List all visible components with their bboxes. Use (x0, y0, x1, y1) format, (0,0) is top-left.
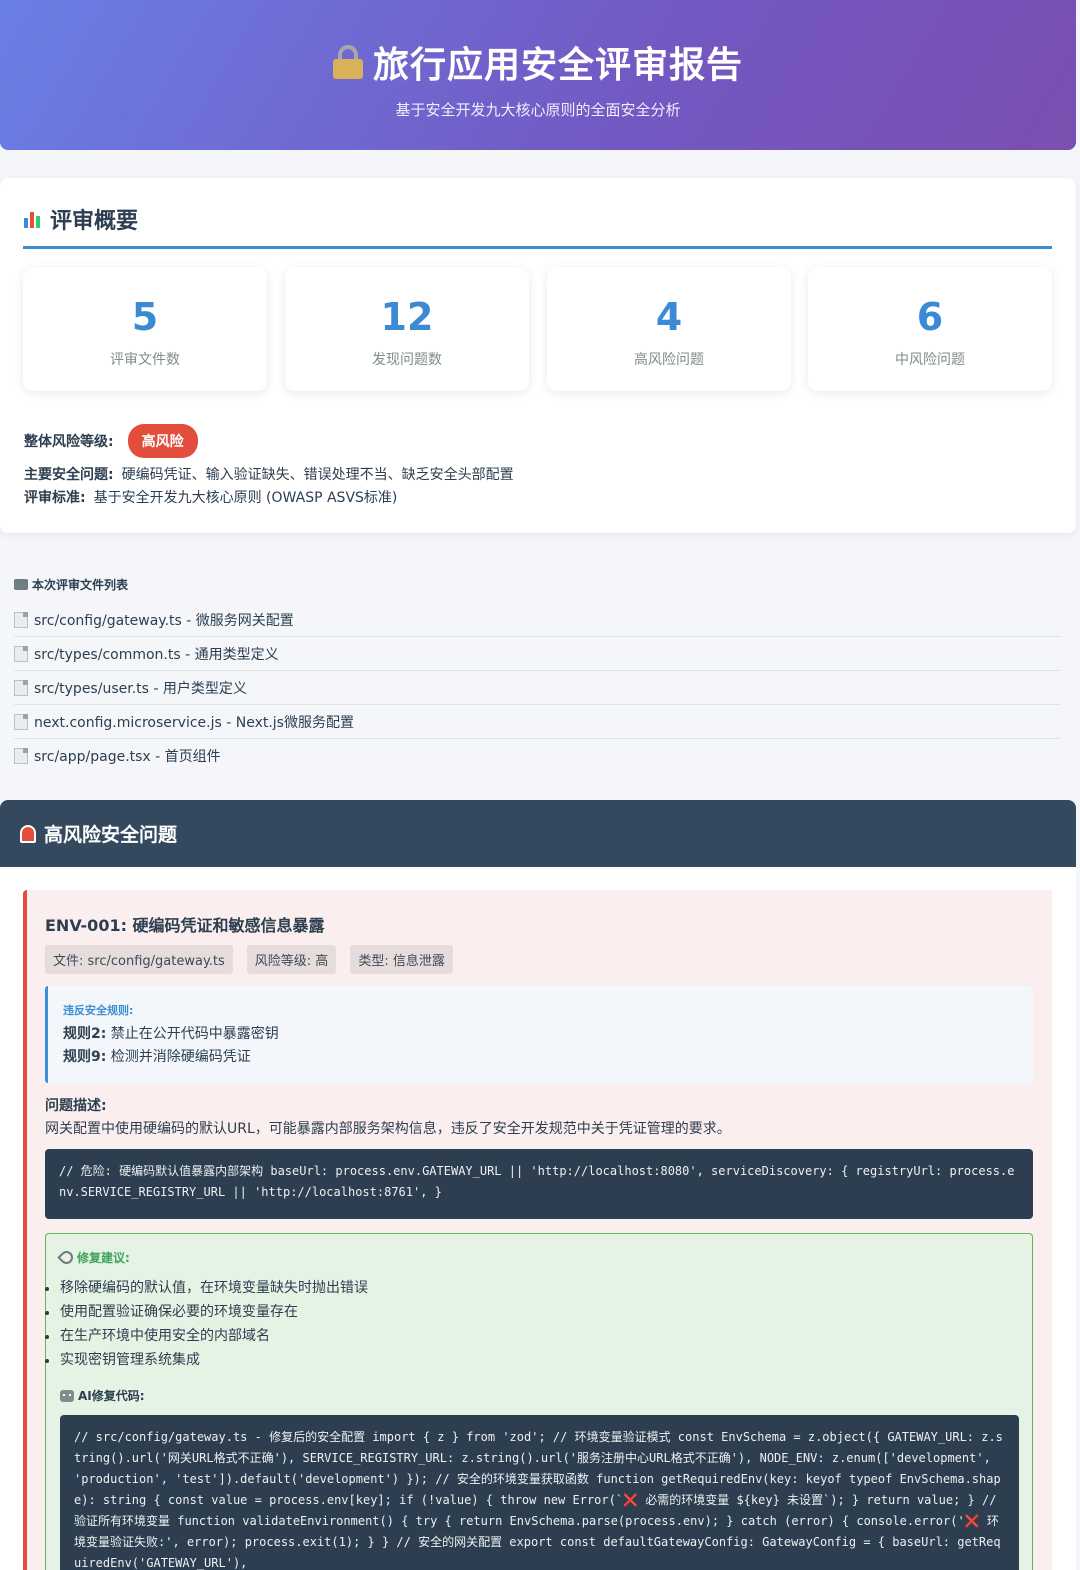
robot-icon (60, 1389, 74, 1402)
report-title-text: 旅行应用安全评审报告 (372, 45, 743, 86)
stat-value: 4 (655, 295, 683, 339)
rule-key: 规则2: (63, 1026, 107, 1042)
report-title: 旅行应用安全评审报告 (0, 36, 1076, 88)
file-list-item: src/config/gateway.ts - 微服务网关配置 (14, 603, 1061, 637)
file-name: next.config.microservice.js - Next.js微服务… (34, 714, 354, 731)
rule-text: 禁止在公开代码中暴露密钥 (106, 1026, 279, 1042)
folder-icon (14, 579, 28, 590)
overall-risk-label: 整体风险等级: (24, 434, 114, 450)
file-list-item: next.config.microservice.js - Next.js微服务… (14, 705, 1061, 739)
fix-caption-text: 修复建议: (77, 1251, 130, 1265)
overview-title-text: 评审概要 (50, 209, 139, 234)
document-icon (14, 679, 28, 696)
file-name: src/types/common.ts - 通用类型定义 (34, 646, 279, 663)
fix-item: 移除硬编码的默认值，在环境变量缺失时抛出错误 (45, 1276, 368, 1300)
document-icon (14, 611, 28, 628)
overview-title: 评审概要 (24, 203, 138, 235)
stat-label: 高风险问题 (634, 352, 704, 368)
stat-card-medium-risk: 6 中风险问题 (808, 267, 1052, 391)
stat-value: 12 (380, 295, 434, 339)
document-icon (14, 645, 28, 662)
standard-row: 评审标准: 基于安全开发九大核心原则 (OWASP ASVS标准) (24, 487, 397, 507)
fix-item: 实现密钥管理系统集成 (45, 1348, 368, 1372)
stat-card-files: 5 评审文件数 (23, 267, 267, 391)
stat-value: 5 (131, 295, 159, 339)
main-issues-value: 硬编码凭证、输入验证缺失、错误处理不当、缺乏安全头部配置 (121, 467, 514, 483)
rule-line: 规则2: 禁止在公开代码中暴露密钥 (63, 1023, 279, 1043)
file-name: src/types/user.ts - 用户类型定义 (34, 680, 247, 697)
file-name: src/app/page.tsx - 首页组件 (34, 749, 221, 765)
file-list-item: src/types/common.ts - 通用类型定义 (14, 637, 1061, 671)
stat-value: 6 (916, 295, 944, 339)
issue-title: ENV-001: 硬编码凭证和敏感信息暴露 (45, 916, 325, 935)
stat-card-issues: 12 发现问题数 (285, 267, 529, 391)
report-subtitle: 基于安全开发九大核心原则的全面安全分析 (395, 101, 681, 119)
file-list-item: src/types/user.ts - 用户类型定义 (14, 671, 1061, 705)
standard-value: 基于安全开发九大核心原则 (OWASP ASVS标准) (93, 490, 398, 506)
fix-item: 使用配置验证确保必要的环境变量存在 (45, 1300, 368, 1324)
fix-item: 在生产环境中使用安全的内部域名 (45, 1324, 368, 1348)
overview-divider (23, 246, 1052, 249)
ai-fix-code-block: // src/config/gateway.ts - 修复后的安全配置 impo… (60, 1415, 1019, 1570)
violated-rules-caption: 违反安全规则: (63, 1004, 134, 1017)
issue-tag-file: 文件: src/config/gateway.ts (45, 945, 233, 974)
document-icon (14, 713, 28, 730)
issue-tag-type: 类型: 信息泄露 (350, 945, 453, 974)
risk-badge: 高风险 (127, 424, 198, 458)
vulnerable-code-block: // 危险: 硬编码默认值暴露内部架构 baseUrl: process.env… (45, 1149, 1033, 1219)
stat-card-high-risk: 4 高风险问题 (547, 267, 791, 391)
stat-label: 中风险问题 (895, 352, 965, 368)
main-issues-row: 主要安全问题: 硬编码凭证、输入验证缺失、错误处理不当、缺乏安全头部配置 (24, 464, 514, 484)
overall-risk-row: 整体风险等级: 高风险 (24, 424, 198, 458)
bar-chart-icon (24, 210, 42, 228)
rule-line: 规则9: 检测并消除硬编码凭证 (63, 1046, 251, 1066)
fix-caption: 修复建议: (57, 1248, 130, 1267)
rule-text: 检测并消除硬编码凭证 (106, 1049, 251, 1065)
file-name: src/config/gateway.ts - 微服务网关配置 (34, 612, 294, 629)
siren-icon (20, 824, 36, 843)
file-list-item: src/app/page.tsx - 首页组件 (14, 739, 1061, 773)
ai-fix-caption: AI修复代码: (60, 1387, 145, 1404)
lock-icon (332, 45, 363, 79)
fix-list: 移除硬编码的默认值，在环境变量缺失时抛出错误 使用配置验证确保必要的环境变量存在… (45, 1276, 368, 1372)
stat-label: 评审文件数 (110, 352, 180, 368)
issue-tag-risk: 风险等级: 高 (246, 945, 337, 974)
issue-tags: 文件: src/config/gateway.ts 风险等级: 高 类型: 信息… (45, 945, 453, 974)
high-risk-title: 高风险安全问题 (44, 824, 178, 846)
wrench-icon (57, 1248, 76, 1267)
high-risk-section-header: 高风险安全问题 (0, 800, 1076, 867)
main-issues-label: 主要安全问题: (24, 467, 114, 483)
file-list-title-text: 本次评审文件列表 (32, 578, 129, 592)
stat-label: 发现问题数 (372, 352, 442, 368)
description-caption: 问题描述: (45, 1098, 107, 1114)
report-header: 旅行应用安全评审报告 基于安全开发九大核心原则的全面安全分析 (0, 0, 1076, 150)
description-text: 网关配置中使用硬编码的默认URL，可能暴露内部服务架构信息，违反了安全开发规范中… (45, 1121, 731, 1137)
standard-label: 评审标准: (24, 490, 86, 506)
file-list-title: 本次评审文件列表 (14, 576, 128, 593)
rule-key: 规则9: (63, 1049, 107, 1065)
document-icon (14, 748, 28, 764)
ai-fix-caption-text: AI修复代码: (78, 1389, 145, 1403)
